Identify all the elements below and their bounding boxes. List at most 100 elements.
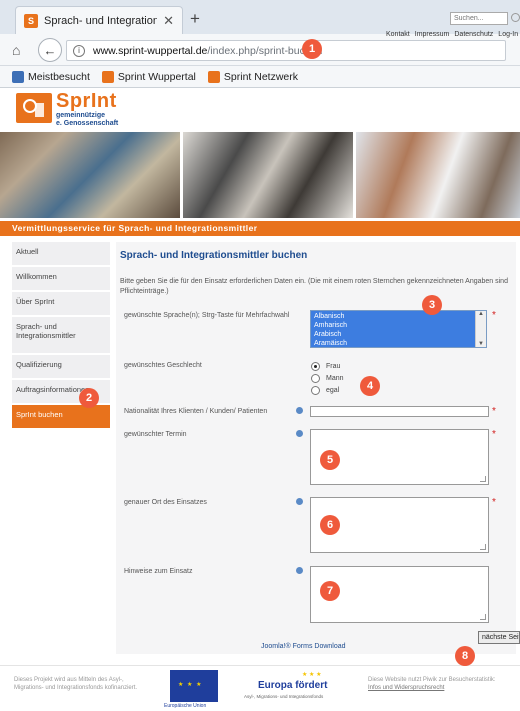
languages-select[interactable]: Albanisch Amharisch Arabisch Aramäisch ▲… xyxy=(310,310,487,348)
radio-button[interactable] xyxy=(311,374,320,383)
date-label: gewünschter Termin xyxy=(124,431,187,438)
gender-label: gewünschtes Geschlecht xyxy=(124,362,202,369)
header-photos xyxy=(0,132,520,218)
europa-subtitle: Asyl-, Migrations- und Integrationsfonds xyxy=(244,694,324,699)
sidebar-item-mittler[interactable]: Sprach- und Integrationsmittler xyxy=(12,317,110,355)
tracking-notice: Diese Website nutzt Piwik zur Besucherst… xyxy=(368,676,518,692)
info-icon[interactable]: i xyxy=(73,44,85,57)
tracking-text: Diese Website nutzt Piwik zur Besucherst… xyxy=(368,677,496,683)
bookmark-most-visited[interactable]: Meistbesucht xyxy=(12,70,90,83)
bookmark-sprint-netzwerk[interactable]: Sprint Netzwerk xyxy=(207,70,298,83)
europa-stars-icon: ★ ★ ★ xyxy=(302,672,322,678)
annotation-badge-2: 2 xyxy=(79,388,99,408)
sidebar-item-willkommen[interactable]: Willkommen xyxy=(12,267,110,292)
search-icon[interactable] xyxy=(511,13,520,22)
link-kontakt[interactable]: Kontakt xyxy=(386,31,410,38)
radio-label: Frau xyxy=(326,363,341,370)
link-login[interactable]: Log-In xyxy=(498,31,518,38)
joomla-credit-link[interactable]: Joomla!® Forms Download xyxy=(261,643,346,650)
annotation-badge-5: 5 xyxy=(320,450,340,470)
new-tab-icon[interactable]: + xyxy=(190,9,200,29)
resize-grip-icon[interactable] xyxy=(480,476,486,482)
required-marker: * xyxy=(492,310,496,321)
radio-label: egal xyxy=(326,387,340,394)
radio-button[interactable] xyxy=(311,386,320,395)
chevron-down-icon[interactable]: ▼ xyxy=(478,341,484,347)
languages-scrollbar[interactable]: ▲ ▼ xyxy=(475,311,486,347)
bookmark-label: Meistbesucht xyxy=(28,70,90,83)
language-option[interactable]: Arabisch xyxy=(314,330,473,339)
languages-label: gewünschte Sprache(n); Strg-Taste für Me… xyxy=(124,312,290,319)
help-icon[interactable] xyxy=(296,567,303,574)
site-header: SprInt gemeinnützige e. Genossenschaft xyxy=(0,88,520,132)
sidebar-item-ueber-sprint[interactable]: Über SprInt xyxy=(12,292,110,317)
bookmark-icon xyxy=(207,70,220,83)
close-icon[interactable]: ✕ xyxy=(163,13,174,29)
browser-tab[interactable]: S Sprach- und Integrationsmi ✕ xyxy=(15,6,183,34)
resize-grip-icon[interactable] xyxy=(480,614,486,620)
help-icon[interactable] xyxy=(296,430,303,437)
header-photo xyxy=(0,132,180,218)
required-marker: * xyxy=(492,429,496,440)
language-option[interactable]: Amharisch xyxy=(314,321,473,330)
bookmark-icon xyxy=(12,70,24,83)
eu-flag-icon xyxy=(170,670,218,702)
link-datenschutz[interactable]: Datenschutz xyxy=(454,31,493,38)
back-arrow-icon[interactable]: ← xyxy=(38,38,62,62)
browser-tabbar: S Sprach- und Integrationsmi ✕ + xyxy=(0,0,520,34)
help-icon[interactable] xyxy=(296,407,303,414)
nationality-label: Nationalität Ihres Klienten / Kunden/ Pa… xyxy=(124,408,268,415)
bookmark-label: Sprint Wuppertal xyxy=(117,70,196,83)
form-intro: Bitte geben Sie die für den Einsatz erfo… xyxy=(120,278,508,295)
language-option[interactable]: Aramäisch xyxy=(314,339,473,347)
tab-title: Sprach- und Integrationsmi xyxy=(44,14,158,27)
browser-navbar: ⌂ ← i www.sprint-wuppertal.de/index.php/… xyxy=(0,34,520,66)
help-icon[interactable] xyxy=(296,498,303,505)
sprint-favicon-icon: S xyxy=(24,13,38,28)
home-icon[interactable]: ⌂ xyxy=(12,42,20,58)
header-photo xyxy=(356,132,520,218)
sprint-logo-icon[interactable] xyxy=(16,93,52,123)
radio-mann[interactable]: Mann xyxy=(311,374,344,383)
languages-list[interactable]: Albanisch Amharisch Arabisch Aramäisch xyxy=(311,311,476,347)
europa-foerdert-logo: Europa fördert xyxy=(258,680,328,691)
logo-name[interactable]: SprInt xyxy=(56,90,117,113)
sidebar-item-aktuell[interactable]: Aktuell xyxy=(12,242,110,267)
logo-sub-2: e. Genossenschaft xyxy=(56,120,119,127)
url-host: www.sprint-wuppertal.de xyxy=(93,44,208,57)
next-page-button[interactable]: nächste Seite xyxy=(478,631,520,644)
required-marker: * xyxy=(492,406,496,417)
logo-sub-1: gemeinnützige xyxy=(56,112,106,119)
location-label: genauer Ort des Einsatzes xyxy=(124,499,207,506)
annotation-badge-7: 7 xyxy=(320,581,340,601)
annotation-badge-4: 4 xyxy=(360,376,380,396)
annotation-badge-8: 8 xyxy=(455,646,475,666)
language-option[interactable]: Albanisch xyxy=(314,312,473,321)
required-marker: * xyxy=(492,497,496,508)
bookmark-icon xyxy=(101,70,114,83)
radio-button[interactable] xyxy=(311,362,320,371)
sidebar-item-qualifizierung[interactable]: Qualifizierung xyxy=(12,355,110,380)
site-search-input[interactable] xyxy=(450,12,508,25)
page-title: Sprach- und Integrationsmittler buchen xyxy=(120,250,308,261)
logo-subtitle: gemeinnützige e. Genossenschaft xyxy=(56,112,118,128)
bookmark-sprint-wuppertal[interactable]: Sprint Wuppertal xyxy=(101,70,196,83)
link-impressum[interactable]: Impressum xyxy=(415,31,450,38)
bookmark-label: Sprint Netzwerk xyxy=(223,70,298,83)
top-links: Kontakt Impressum Datenschutz Log-In xyxy=(386,31,518,38)
bookmarks-bar: Meistbesucht Sprint Wuppertal Sprint Net… xyxy=(0,66,520,88)
nationality-input[interactable] xyxy=(310,406,489,417)
chevron-up-icon[interactable]: ▲ xyxy=(478,311,484,317)
address-bar[interactable]: i www.sprint-wuppertal.de/index.php/spri… xyxy=(66,40,506,61)
radio-egal[interactable]: egal xyxy=(311,386,339,395)
resize-grip-icon[interactable] xyxy=(480,544,486,550)
project-funding-text: Dieses Projekt wird aus Mitteln des Asyl… xyxy=(14,677,138,691)
service-banner: Vermittlungsservice für Sprach- und Inte… xyxy=(0,221,520,236)
annotation-badge-1: 1 xyxy=(302,39,322,59)
sidebar-item-sprint-buchen[interactable]: SprInt buchen xyxy=(12,405,110,430)
radio-frau[interactable]: Frau xyxy=(311,362,340,371)
radio-label: Mann xyxy=(326,375,344,382)
notes-label: Hinweise zum Einsatz xyxy=(124,568,193,575)
header-photo xyxy=(183,132,353,218)
tracking-info-link[interactable]: Infos und Widerspruchsrecht xyxy=(368,685,444,691)
